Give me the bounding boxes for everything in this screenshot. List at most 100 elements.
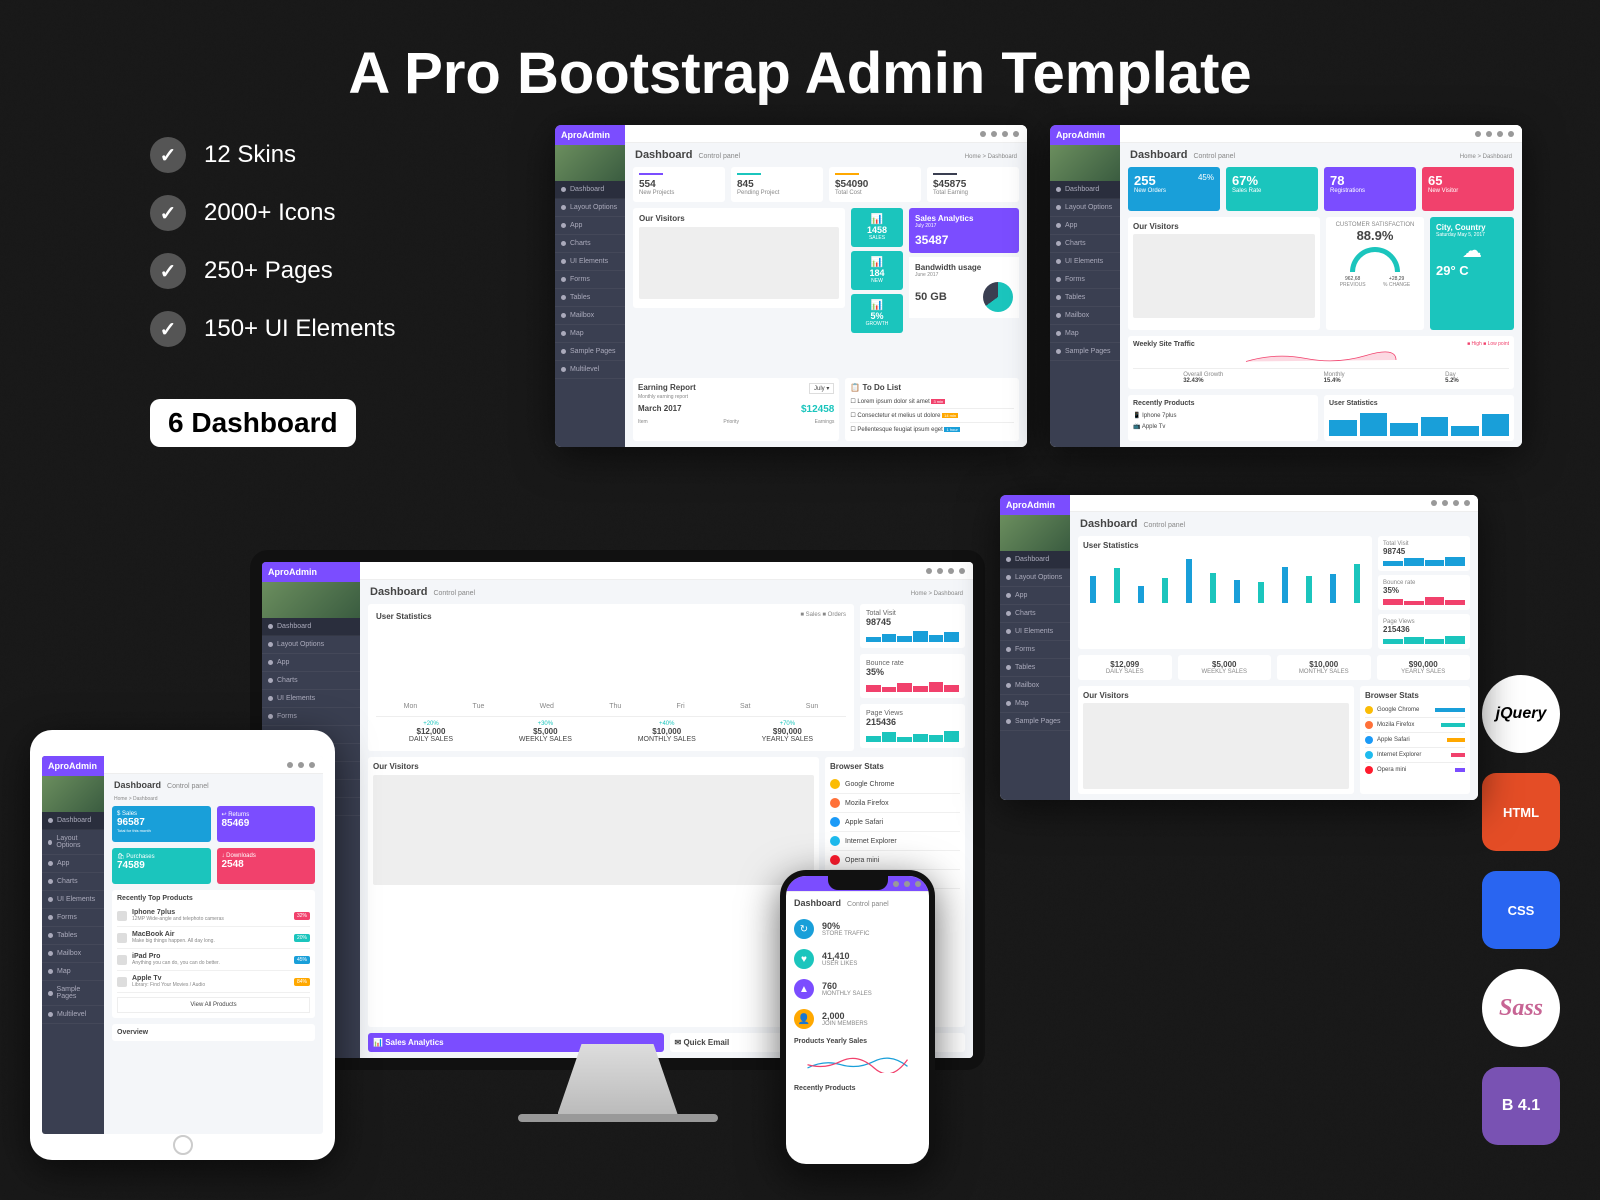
nav-item[interactable]: Layout Options: [555, 199, 625, 217]
app-icon: [561, 223, 566, 228]
brand: AproAdmin: [42, 756, 104, 776]
yearly-sales-title: Products Yearly Sales: [786, 1034, 929, 1049]
user-panel: [42, 776, 104, 812]
bandwidth-card: Bandwidth usageJune 201750 GB: [909, 257, 1019, 318]
opera-icon: [1365, 766, 1373, 774]
world-map: [373, 775, 814, 885]
stat-row: ♥41,410USER LIKES: [786, 944, 929, 974]
nav-item[interactable]: Forms: [1050, 271, 1120, 289]
nav-item[interactable]: UI Elements: [262, 690, 360, 708]
topbar: [625, 125, 1027, 143]
nav-item[interactable]: Multilevel: [42, 1006, 104, 1024]
nav-item[interactable]: Forms: [262, 708, 360, 726]
nav-dashboard[interactable]: Dashboard: [555, 181, 625, 199]
nav-item[interactable]: App: [262, 654, 360, 672]
visitors-map: Our Visitors: [1128, 217, 1320, 330]
nav-item[interactable]: App: [42, 855, 104, 873]
nav-item[interactable]: Map: [555, 325, 625, 343]
stat-card: 845Pending Project: [731, 167, 823, 202]
chrome-icon: [1365, 706, 1373, 714]
charts-icon: [561, 241, 566, 246]
user-panel: [1050, 145, 1120, 181]
nav-item[interactable]: Charts: [555, 235, 625, 253]
notch: [828, 876, 888, 890]
total-visit: Total Visit98745: [1378, 536, 1470, 571]
nav-item[interactable]: Multilevel: [555, 361, 625, 379]
hero-title: A Pro Bootstrap Admin Template: [0, 0, 1600, 137]
tile-reg: 78Registrations: [1324, 167, 1416, 211]
nav-item[interactable]: Mailbox: [555, 307, 625, 325]
nav-item[interactable]: Sample Pages: [555, 343, 625, 361]
ipad-mockup: AproAdmin Dashboard Layout Options App C…: [30, 730, 335, 1160]
nav-item[interactable]: Forms: [42, 909, 104, 927]
safari-icon: [830, 817, 840, 827]
nav-item[interactable]: Tables: [1000, 659, 1070, 677]
expand-icon[interactable]: [1013, 131, 1019, 137]
iphone-mockup: DashboardControl panel ↻90%STORE TRAFFIC…: [780, 870, 935, 1170]
breadcrumb: Home > Dashboard: [104, 796, 323, 806]
nav-dashboard[interactable]: Dashboard: [262, 618, 360, 636]
nav-dashboard[interactable]: Dashboard: [42, 812, 104, 830]
our-visitors: Our Visitors: [368, 757, 819, 1027]
nav-item[interactable]: Charts: [1000, 605, 1070, 623]
nav-item[interactable]: App: [1050, 217, 1120, 235]
map-icon: [561, 331, 566, 336]
stat-card: $54090Total Cost: [829, 167, 921, 202]
nav-item[interactable]: App: [555, 217, 625, 235]
nav-item[interactable]: Layout Options: [42, 830, 104, 855]
nav-item[interactable]: Tables: [555, 289, 625, 307]
ie-icon: [1365, 751, 1373, 759]
bell-icon[interactable]: [991, 131, 997, 137]
recent-products: Recently Top Products Iphone 7plus12MP W…: [112, 890, 315, 1018]
nav-item[interactable]: Layout Options: [262, 636, 360, 654]
gear-icon[interactable]: [1002, 131, 1008, 137]
user-panel: [262, 582, 360, 618]
nav-item[interactable]: Tables: [42, 927, 104, 945]
nav-item[interactable]: Sample Pages: [42, 981, 104, 1006]
opera-icon: [830, 855, 840, 865]
nav-item[interactable]: Charts: [262, 672, 360, 690]
nav-item[interactable]: Forms: [1000, 641, 1070, 659]
cloud-icon: ☁: [1436, 238, 1508, 263]
nav-item[interactable]: Map: [42, 963, 104, 981]
members-icon: 👤: [794, 1009, 814, 1029]
ui-icon: [561, 259, 566, 264]
world-map: [1133, 234, 1315, 318]
nav-dashboard[interactable]: Dashboard: [1050, 181, 1120, 199]
nav-item[interactable]: App: [1000, 587, 1070, 605]
sales-tile: $ Sales96587Total for this month: [112, 806, 211, 842]
sales-stat: $90,000YEARLY SALES: [1377, 655, 1471, 680]
nav-item[interactable]: Sample Pages: [1000, 713, 1070, 731]
page-title: DashboardControl panelHome > Dashboard: [625, 143, 1027, 167]
nav-item[interactable]: UI Elements: [42, 891, 104, 909]
avatar-icon[interactable]: [980, 131, 986, 137]
nav-item[interactable]: Map: [1050, 325, 1120, 343]
nav-item[interactable]: Mailbox: [42, 945, 104, 963]
stat-card: $45875Total Earning: [927, 167, 1019, 202]
pages-icon: [561, 349, 566, 354]
nav-item[interactable]: Charts: [1050, 235, 1120, 253]
dashboard-icon: [561, 187, 566, 192]
page-views-card: Page Views215436: [860, 704, 965, 748]
purchases-tile: 🛍 Purchases74589: [112, 848, 211, 884]
nav-item[interactable]: Sample Pages: [1050, 343, 1120, 361]
html5-badge: HTML: [1482, 773, 1560, 851]
home-button-icon: [173, 1135, 193, 1155]
nav-item[interactable]: UI Elements: [555, 253, 625, 271]
nav-item[interactable]: Layout Options: [1050, 199, 1120, 217]
nav-item[interactable]: Charts: [42, 873, 104, 891]
nav-item[interactable]: Layout Options: [1000, 569, 1070, 587]
user-statistics-chart: User Statistics■ Sales ■ Orders MonTueWe…: [368, 604, 854, 751]
nav-item[interactable]: Mailbox: [1000, 677, 1070, 695]
nav-item[interactable]: Mailbox: [1050, 307, 1120, 325]
teal-stat: 📊5%GROWTH: [851, 294, 903, 333]
nav-item[interactable]: Tables: [1050, 289, 1120, 307]
visitors-map-card: Our Visitors: [633, 208, 845, 308]
nav-dashboard[interactable]: Dashboard: [1000, 551, 1070, 569]
nav-item[interactable]: Forms: [555, 271, 625, 289]
nav-item[interactable]: UI Elements: [1000, 623, 1070, 641]
view-all-button[interactable]: View All Products: [117, 997, 310, 1013]
nav-item[interactable]: UI Elements: [1050, 253, 1120, 271]
check-icon: ✓: [150, 137, 186, 173]
nav-item[interactable]: Map: [1000, 695, 1070, 713]
